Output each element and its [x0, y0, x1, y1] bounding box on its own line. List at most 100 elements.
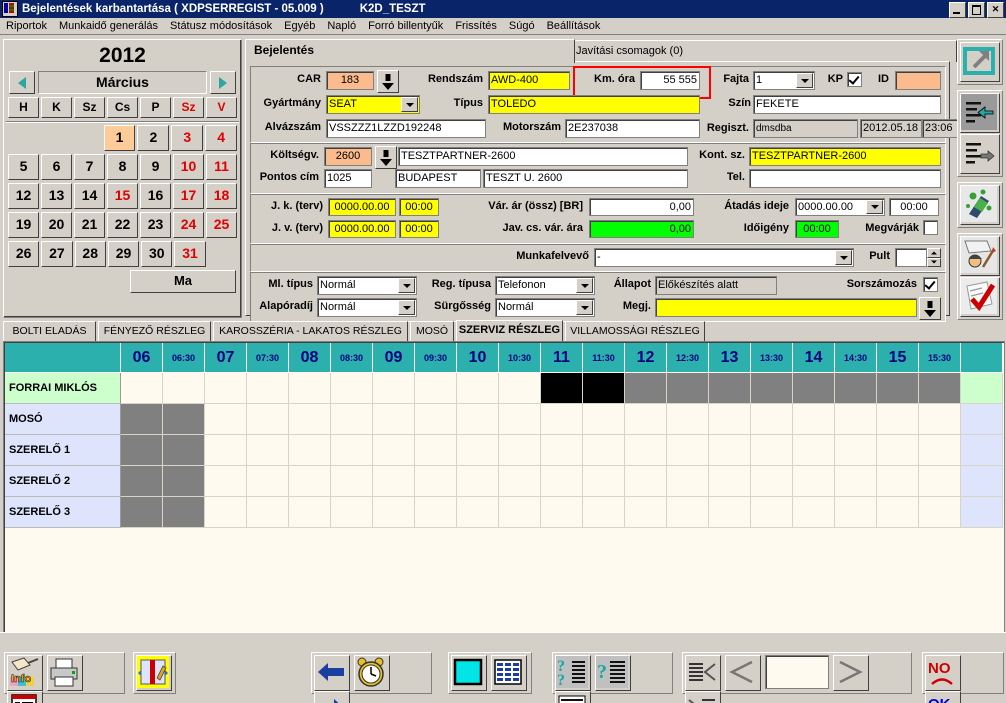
schedule-slot-cell[interactable]: [499, 404, 541, 435]
edit-note-icon[interactable]: [136, 655, 172, 691]
calendar-day-10[interactable]: 10: [173, 154, 204, 180]
worker-icon[interactable]: [960, 236, 1000, 276]
schedule-slot-cell[interactable]: [499, 373, 541, 404]
schedule-slot-cell[interactable]: [331, 435, 373, 466]
calendar-day-13[interactable]: 13: [41, 183, 72, 209]
schedule-slot-cell[interactable]: [373, 466, 415, 497]
calendar-day-31[interactable]: 31: [174, 241, 206, 267]
calendar-day-21[interactable]: 21: [74, 212, 105, 238]
schedule-slot-cell[interactable]: [205, 466, 247, 497]
schedule-slot-cell[interactable]: [583, 497, 625, 528]
schedule-slot-cell[interactable]: [121, 497, 163, 528]
schedule-slot-cell[interactable]: [751, 373, 793, 404]
calendar-day-28[interactable]: 28: [74, 241, 106, 267]
schedule-slot-cell[interactable]: [667, 373, 709, 404]
schedule-slot-cell[interactable]: [457, 466, 499, 497]
schedule-slot-cell[interactable]: [919, 404, 961, 435]
atadas-date-combo[interactable]: 0000.00.00: [795, 198, 885, 216]
expand-window-icon[interactable]: [960, 42, 1000, 82]
calendar-day-7[interactable]: 7: [74, 154, 105, 180]
schedule-slot-cell[interactable]: [163, 373, 205, 404]
schedule-slot-cell[interactable]: [751, 404, 793, 435]
tab-javitasi-csomagok[interactable]: Javítási csomagok (0): [567, 40, 957, 62]
kp-checkbox[interactable]: [847, 72, 862, 87]
jk-date-field[interactable]: 0000.00.00: [328, 198, 396, 216]
munkafelvevo-combo[interactable]: -: [594, 248, 854, 267]
schedule-slot-cell[interactable]: [457, 435, 499, 466]
schedule-slot-cell[interactable]: [247, 404, 289, 435]
calendar-day-18[interactable]: 18: [206, 183, 237, 209]
calendar-day-1[interactable]: 1: [103, 125, 136, 151]
department-tab-5[interactable]: VILLAMOSSÁGI RÉSZLEG: [565, 321, 705, 341]
schedule-slot-cell[interactable]: [583, 435, 625, 466]
calendar-day-23[interactable]: 23: [140, 212, 171, 238]
prev-arrow-icon[interactable]: [314, 655, 350, 691]
schedule-slot-cell[interactable]: [919, 373, 961, 404]
schedule-slot-cell[interactable]: [121, 466, 163, 497]
schedule-slot-cell[interactable]: [667, 466, 709, 497]
checklist-icon[interactable]: [960, 277, 1000, 317]
jav-cs-var-ara-field[interactable]: 0,00: [589, 220, 694, 238]
department-tab-0[interactable]: BOLTI ELADÁS: [3, 321, 96, 341]
table-icon[interactable]: [7, 691, 43, 703]
reg-tipusa-chevron-down-icon[interactable]: [576, 278, 593, 293]
schedule-slot-cell[interactable]: [583, 404, 625, 435]
calendar-day-12[interactable]: 12: [8, 183, 39, 209]
schedule-slot-cell[interactable]: [121, 435, 163, 466]
schedule-slot-cell[interactable]: [877, 466, 919, 497]
next-record-icon[interactable]: [833, 655, 870, 691]
schedule-slot-cell[interactable]: [331, 497, 373, 528]
schedule-slot-cell[interactable]: [247, 373, 289, 404]
schedule-slot-cell[interactable]: [457, 373, 499, 404]
schedule-slot-cell[interactable]: [121, 404, 163, 435]
schedule-slot-cell[interactable]: [331, 373, 373, 404]
schedule-slot-cell[interactable]: [499, 466, 541, 497]
ok-button[interactable]: OK: [925, 691, 961, 703]
schedule-slot-cell[interactable]: [331, 404, 373, 435]
schedule-slot-cell[interactable]: [961, 497, 1003, 528]
surgosseg-chevron-down-icon[interactable]: [576, 300, 593, 315]
calendar-day-20[interactable]: 20: [41, 212, 72, 238]
km-ora-field[interactable]: 55 555: [640, 71, 700, 90]
schedule-slot-cell[interactable]: [877, 373, 919, 404]
schedule-slot-cell[interactable]: [751, 435, 793, 466]
city-field[interactable]: BUDAPEST: [395, 169, 481, 188]
atadas-chevron-down-icon[interactable]: [866, 200, 883, 214]
schedule-slot-cell[interactable]: [625, 404, 667, 435]
schedule-slot-cell[interactable]: [919, 435, 961, 466]
record-field[interactable]: [765, 655, 830, 689]
schedule-slot-cell[interactable]: [289, 435, 331, 466]
menu-item-egyeb[interactable]: Egyéb: [278, 19, 321, 34]
zip-field[interactable]: 1025: [324, 169, 372, 188]
schedule-slot-cell[interactable]: [709, 435, 751, 466]
menu-item-sugo[interactable]: Súgó: [503, 19, 541, 34]
calendar-day-15[interactable]: 15: [107, 183, 138, 209]
schedule-slot-cell[interactable]: [373, 435, 415, 466]
ml-tipus-chevron-down-icon[interactable]: [398, 278, 415, 293]
schedule-slot-cell[interactable]: [331, 466, 373, 497]
schedule-slot-cell[interactable]: [247, 435, 289, 466]
schedule-slot-cell[interactable]: [877, 497, 919, 528]
schedule-slot-cell[interactable]: [541, 373, 583, 404]
schedule-slot-cell[interactable]: [205, 373, 247, 404]
tipus-field[interactable]: TOLEDO: [488, 95, 700, 114]
schedule-slot-cell[interactable]: [205, 404, 247, 435]
schedule-slot-cell[interactable]: [499, 497, 541, 528]
munkafelvevo-chevron-down-icon[interactable]: [835, 250, 852, 265]
calendar-day-19[interactable]: 19: [8, 212, 39, 238]
calendar-day-25[interactable]: 25: [206, 212, 237, 238]
prev-record-icon[interactable]: [725, 655, 762, 691]
schedule-slot-cell[interactable]: [835, 373, 877, 404]
calendar-day-14[interactable]: 14: [74, 183, 105, 209]
calendar-day-24[interactable]: 24: [173, 212, 204, 238]
schedule-slot-cell[interactable]: [625, 497, 667, 528]
schedule-slot-cell[interactable]: [289, 466, 331, 497]
schedule-slot-cell[interactable]: [121, 373, 163, 404]
schedule-resource-name[interactable]: FORRAI MIKLÓS: [5, 373, 121, 404]
grid-view-icon[interactable]: [491, 655, 528, 691]
schedule-slot-cell[interactable]: [667, 435, 709, 466]
koltsegv-name-field[interactable]: TESZTPARTNER-2600: [398, 147, 688, 166]
schedule-slot-cell[interactable]: [415, 435, 457, 466]
calendar-day-4[interactable]: 4: [205, 125, 238, 151]
diagnostics-icon[interactable]: [960, 185, 1000, 225]
